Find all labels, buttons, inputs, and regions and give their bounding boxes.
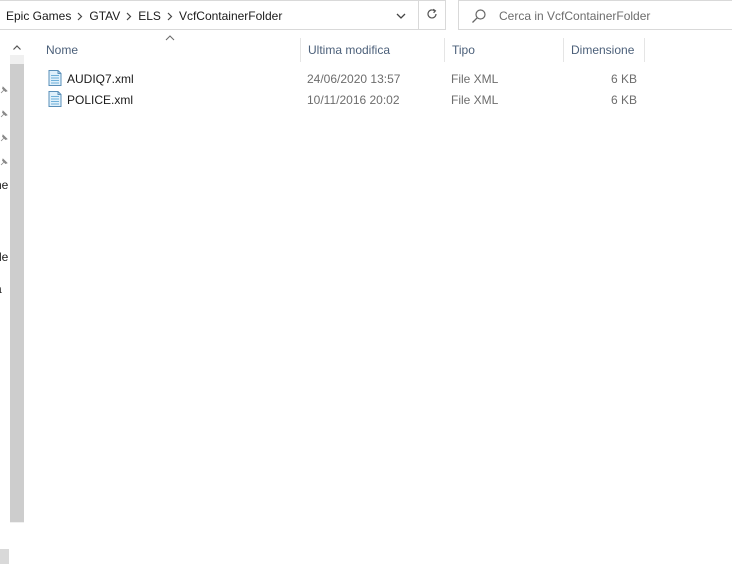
- pin-icon: [0, 83, 8, 94]
- chevron-right-icon[interactable]: [120, 12, 138, 21]
- file-modified: 24/06/2020 13:57: [307, 72, 401, 86]
- chevron-right-icon[interactable]: [71, 12, 89, 21]
- column-header-type[interactable]: Tipo: [444, 38, 563, 62]
- breadcrumb-item-vcfcontainerfolder[interactable]: VcfContainerFolder: [179, 9, 282, 23]
- search-input[interactable]: Cerca in VcfContainerFolder: [499, 9, 650, 23]
- file-row[interactable]: AUDIQ7.xml 24/06/2020 13:57 File XML 6 K…: [40, 68, 645, 89]
- scrollbar-thumb[interactable]: [10, 64, 24, 522]
- refresh-icon: [426, 8, 438, 23]
- xml-file-icon: [48, 70, 62, 86]
- file-name[interactable]: AUDIQ7.xml: [67, 72, 134, 86]
- nav-item-fragment[interactable]: a: [0, 282, 7, 296]
- address-bar[interactable]: Epic Games GTAV ELS VcfContainerFolder: [0, 0, 446, 30]
- refresh-button[interactable]: [418, 1, 445, 29]
- breadcrumb-item-epic-games[interactable]: Epic Games: [6, 9, 71, 23]
- search-box[interactable]: Cerca in VcfContainerFolder: [458, 0, 732, 30]
- file-size: 6 KB: [610, 72, 637, 86]
- navigation-pane[interactable]: ne de a: [0, 31, 9, 564]
- column-header-size[interactable]: Dimensione: [563, 38, 645, 62]
- xml-file-icon: [48, 91, 62, 107]
- file-type: File XML: [451, 72, 499, 86]
- breadcrumb-item-gtav[interactable]: GTAV: [89, 9, 120, 23]
- file-modified: 10/11/2016 20:02: [307, 93, 400, 107]
- search-icon: [471, 8, 487, 27]
- scroll-up-button[interactable]: [10, 39, 24, 53]
- file-size: 6 KB: [610, 93, 637, 107]
- pin-icon: [0, 131, 8, 142]
- nav-item-fragment[interactable]: de: [0, 250, 9, 264]
- nav-item-fragment[interactable]: ne: [0, 178, 9, 192]
- breadcrumb-item-els[interactable]: ELS: [138, 9, 161, 23]
- pin-icon: [0, 155, 8, 166]
- file-type: File XML: [451, 93, 499, 107]
- column-header-modified[interactable]: Ultima modifica: [300, 38, 444, 62]
- pin-icon: [0, 107, 8, 118]
- chevron-up-icon: [13, 39, 21, 53]
- file-name[interactable]: POLICE.xml: [67, 93, 133, 107]
- status-bar-fragment: [0, 549, 9, 564]
- chevron-down-icon: [396, 8, 406, 22]
- file-row[interactable]: POLICE.xml 10/11/2016 20:02 File XML 6 K…: [40, 89, 645, 110]
- chevron-right-icon[interactable]: [161, 12, 179, 21]
- address-history-button[interactable]: [389, 1, 413, 29]
- column-header-name[interactable]: Nome: [40, 38, 299, 62]
- breadcrumb: Epic Games GTAV ELS VcfContainerFolder: [6, 1, 282, 31]
